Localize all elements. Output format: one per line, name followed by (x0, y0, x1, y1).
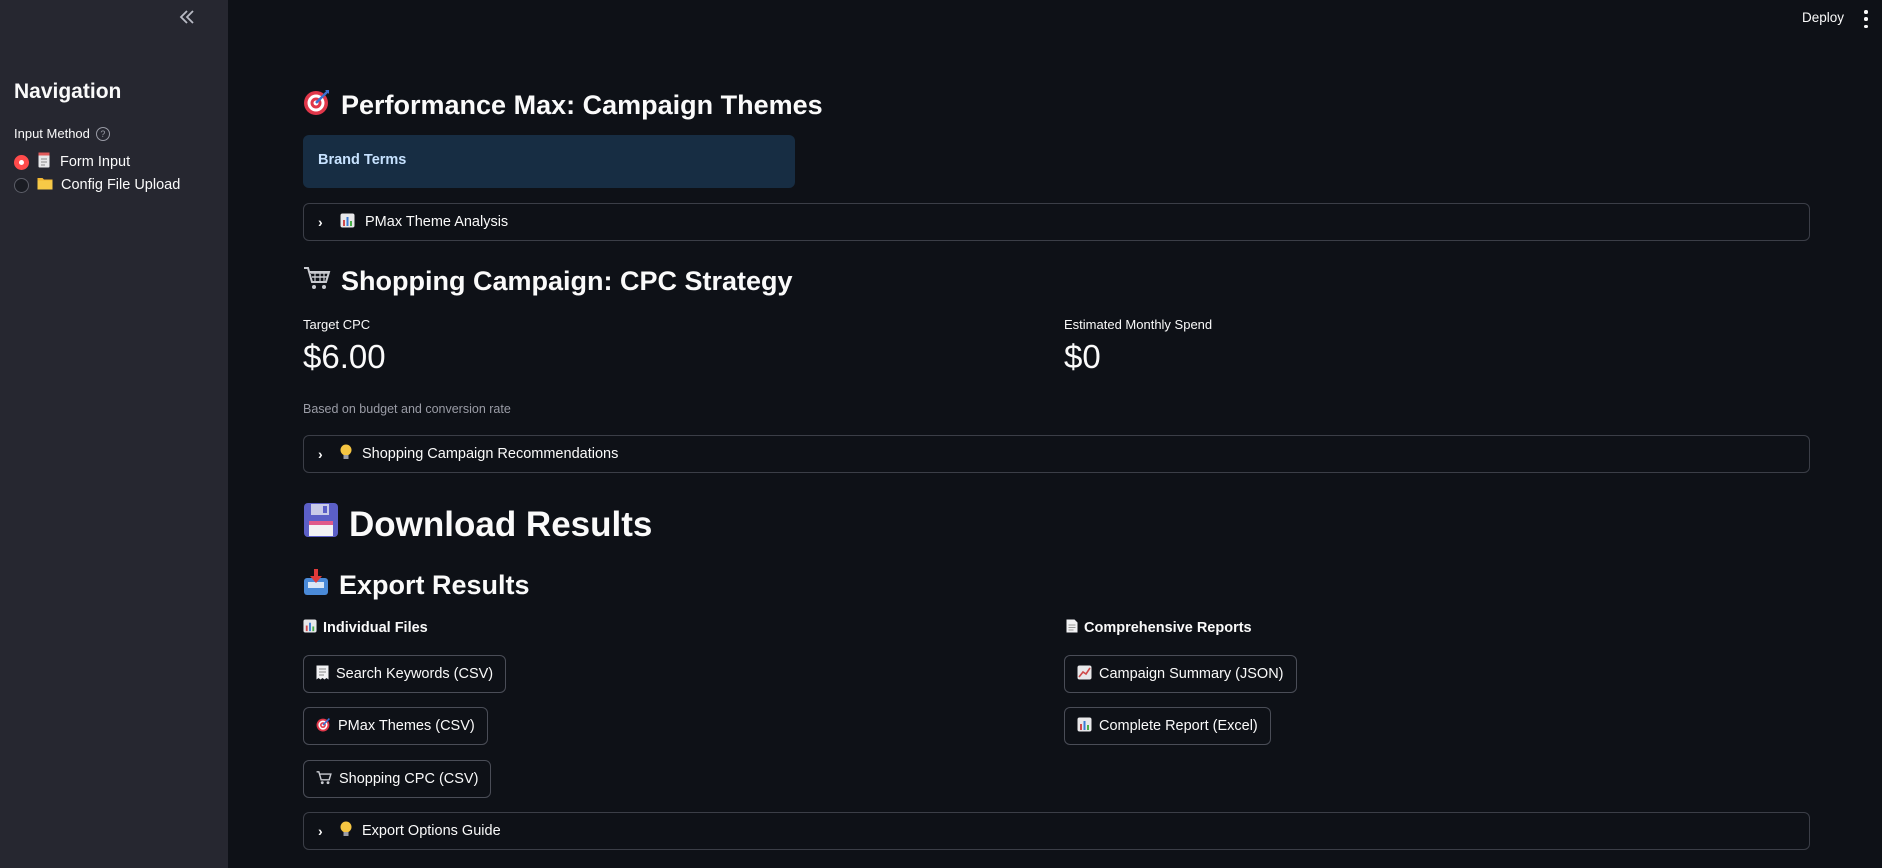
cpc-caption: Based on budget and conversion rate (303, 402, 511, 416)
download-heading: Download Results (303, 502, 652, 547)
chevron-right-icon: › (318, 214, 323, 230)
button-label: Campaign Summary (JSON) (1099, 666, 1284, 682)
expander-label: Export Options Guide (362, 823, 501, 839)
radio-option-label: Config File Upload (61, 177, 181, 193)
chart-increasing-icon (1077, 665, 1092, 684)
download-heading-text: Download Results (349, 504, 653, 544)
button-label: Shopping CPC (CSV) (339, 771, 479, 787)
brand-terms-info: Brand Terms (303, 135, 795, 188)
bar-chart-icon (1077, 717, 1092, 736)
individual-files-heading: Individual Files (303, 619, 428, 637)
radio-option-label: Form Input (60, 154, 131, 170)
input-method-label: Input Method ? (14, 126, 110, 141)
bar-chart-icon (303, 619, 317, 637)
target-icon (303, 88, 331, 123)
pmax-theme-analysis-expander[interactable]: › PMax Theme Analysis (303, 203, 1810, 241)
sidebar: Navigation Input Method ? Form Input Con… (0, 0, 228, 868)
download-campaign-summary-button[interactable]: Campaign Summary (JSON) (1064, 655, 1297, 693)
button-label: Complete Report (Excel) (1099, 718, 1258, 734)
pmax-heading: Performance Max: Campaign Themes (303, 88, 823, 123)
shopping-heading-text: Shopping Campaign: CPC Strategy (341, 266, 793, 296)
target-cpc-value: $6.00 (303, 338, 386, 375)
chevron-right-icon: › (318, 446, 323, 462)
monthly-spend-value: $0 (1064, 338, 1101, 375)
sidebar-title: Navigation (14, 80, 122, 103)
expander-label: Shopping Campaign Recommendations (362, 446, 619, 462)
shopping-recommendations-expander[interactable]: › Shopping Campaign Recommendations (303, 435, 1810, 473)
cart-icon (303, 265, 331, 298)
button-label: PMax Themes (CSV) (338, 718, 475, 734)
shopping-heading: Shopping Campaign: CPC Strategy (303, 265, 793, 298)
download-search-keywords-button[interactable]: Search Keywords (CSV) (303, 655, 507, 693)
expander-label: PMax Theme Analysis (365, 214, 509, 230)
folder-icon (37, 176, 53, 194)
radio-option-form-input[interactable]: Form Input (14, 152, 130, 172)
chevron-right-icon: › (318, 823, 323, 839)
individual-files-text: Individual Files (323, 620, 428, 636)
target-cpc-label: Target CPC (303, 317, 371, 332)
button-label: Search Keywords (CSV) (336, 666, 494, 682)
lightbulb-icon (340, 821, 352, 841)
radio-selected-icon[interactable] (14, 154, 29, 170)
comprehensive-reports-text: Comprehensive Reports (1084, 620, 1252, 636)
export-options-guide-expander[interactable]: › Export Options Guide (303, 812, 1810, 850)
inbox-tray-icon (303, 568, 329, 603)
bar-chart-icon (340, 213, 355, 232)
main-menu-icon[interactable] (1860, 10, 1872, 28)
cart-icon (316, 770, 332, 789)
download-pmax-themes-button[interactable]: PMax Themes (CSV) (303, 707, 488, 745)
receipt-icon (316, 665, 329, 684)
input-method-text: Input Method (14, 126, 90, 141)
radio-unselected-icon[interactable] (14, 177, 29, 193)
collapse-sidebar-icon[interactable] (176, 6, 198, 28)
download-complete-report-button[interactable]: Complete Report (Excel) (1064, 707, 1271, 745)
page-icon (1066, 619, 1078, 637)
radio-option-config-upload[interactable]: Config File Upload (14, 176, 180, 194)
download-shopping-cpc-button[interactable]: Shopping CPC (CSV) (303, 760, 492, 798)
lightbulb-icon (340, 444, 352, 464)
pmax-heading-text: Performance Max: Campaign Themes (341, 90, 823, 120)
main-content: Performance Max: Campaign Themes Brand T… (303, 0, 1810, 868)
memo-icon (37, 152, 52, 172)
export-heading: Export Results (303, 568, 530, 603)
help-icon[interactable]: ? (95, 126, 110, 141)
comprehensive-reports-heading: Comprehensive Reports (1066, 619, 1252, 637)
monthly-spend-label: Estimated Monthly Spend (1064, 317, 1213, 332)
export-heading-text: Export Results (339, 570, 530, 600)
app-root: Navigation Input Method ? Form Input Con… (0, 0, 1882, 868)
floppy-disk-icon (303, 502, 339, 547)
target-icon (316, 717, 331, 736)
